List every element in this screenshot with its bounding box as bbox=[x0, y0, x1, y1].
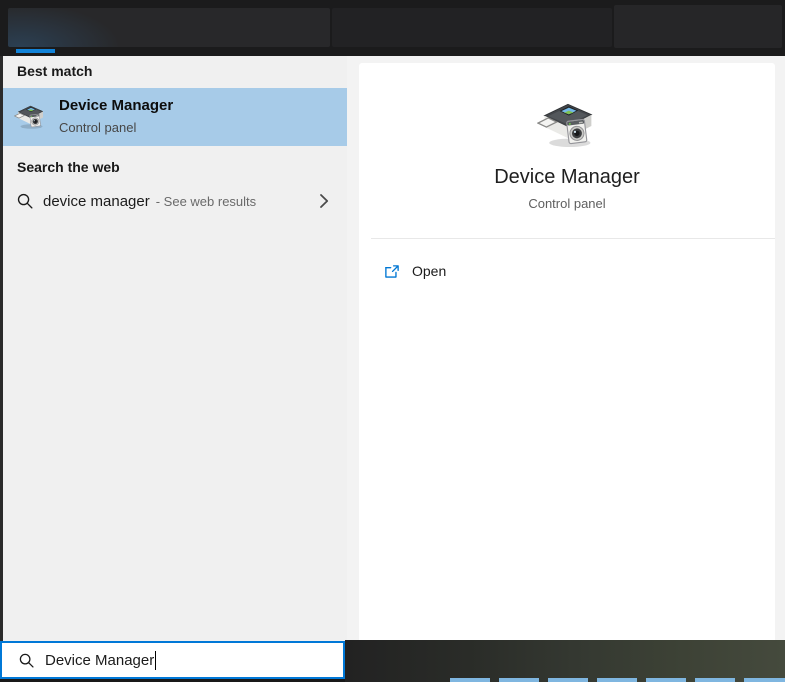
search-icon bbox=[18, 652, 35, 669]
best-match-result[interactable]: Device Manager Control panel bbox=[3, 88, 347, 146]
text-caret bbox=[155, 650, 157, 670]
results-panel: Best match Device Manager Control panel … bbox=[0, 56, 347, 641]
preview-subtitle: Control panel bbox=[528, 196, 606, 211]
result-subtitle: Control panel bbox=[59, 120, 137, 135]
result-title: Device Manager bbox=[59, 97, 174, 114]
taskbar-highlight bbox=[499, 678, 539, 682]
search-input-value: Device Manager bbox=[45, 651, 155, 669]
taskbar-highlight bbox=[548, 678, 588, 682]
active-tab-indicator bbox=[16, 49, 55, 53]
preview-title: Device Manager bbox=[494, 166, 640, 188]
taskbar-highlight bbox=[450, 678, 490, 682]
best-match-header: Best match bbox=[17, 63, 93, 79]
windows-search-flyout: Best match Device Manager Control panel … bbox=[0, 0, 785, 682]
device-manager-icon bbox=[14, 101, 46, 133]
taskbar-highlight bbox=[646, 678, 686, 682]
taskbar[interactable] bbox=[345, 640, 785, 682]
divider bbox=[371, 238, 775, 239]
web-result-text: device manager - See web results bbox=[43, 180, 256, 222]
device-manager-icon bbox=[537, 95, 597, 155]
search-input[interactable]: Device Manager bbox=[0, 641, 345, 679]
tabs-area[interactable] bbox=[8, 8, 330, 47]
search-icon bbox=[16, 192, 34, 210]
web-search-result[interactable]: device manager - See web results bbox=[3, 180, 347, 222]
topbar-middle-area bbox=[332, 8, 612, 47]
web-suffix: - See web results bbox=[155, 193, 257, 209]
topbar-right-area[interactable] bbox=[614, 5, 782, 48]
taskbar-highlight bbox=[744, 678, 785, 682]
taskbar-highlight bbox=[695, 678, 735, 682]
chevron-right-icon[interactable] bbox=[314, 191, 334, 211]
search-tabs-bar bbox=[0, 0, 785, 56]
taskbar-highlight bbox=[597, 678, 637, 682]
open-external-icon bbox=[383, 263, 401, 281]
open-action[interactable]: Open bbox=[359, 253, 775, 293]
open-label: Open bbox=[412, 263, 447, 279]
search-web-header: Search the web bbox=[17, 159, 120, 175]
preview-pane: Device Manager Control panel Open bbox=[359, 63, 775, 640]
web-query: device manager bbox=[43, 192, 150, 210]
